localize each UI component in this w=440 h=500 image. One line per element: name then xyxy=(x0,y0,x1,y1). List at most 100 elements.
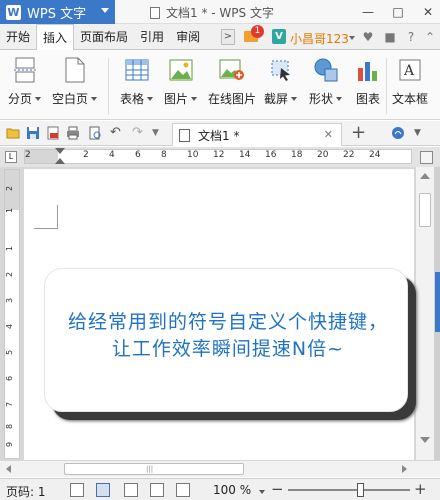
print-preview-icon[interactable] xyxy=(88,126,102,140)
blank-page-button[interactable]: 空白页 xyxy=(52,56,98,107)
hanging-indent-marker[interactable] xyxy=(55,158,65,164)
tab-insert[interactable]: 插入 xyxy=(36,24,75,51)
app-name: WPS 文字 xyxy=(27,6,87,22)
screenshot-button[interactable]: 截屏 xyxy=(264,56,298,107)
zoom-slider-knob[interactable] xyxy=(356,483,364,497)
online-picture-button[interactable]: 在线图片 xyxy=(208,56,256,107)
more-tabs-button[interactable]: > xyxy=(221,29,235,45)
ruler-tick-label: 14 xyxy=(239,150,251,160)
user-name[interactable]: 小昌哥123 xyxy=(290,30,349,47)
skin-icon[interactable]: ■ xyxy=(383,30,397,44)
horizontal-scrollbar[interactable]: ||| xyxy=(0,460,440,477)
tab-stop-selector[interactable]: L xyxy=(5,151,17,163)
page-break-button[interactable]: 分页 xyxy=(8,56,42,107)
zoom-in-button[interactable]: + xyxy=(414,480,427,498)
horizontal-ruler[interactable]: 2 2 4 6 8 10 12 14 16 18 20 22 24 xyxy=(24,148,412,164)
chevron-down-icon xyxy=(147,96,154,101)
ruler-tick-label: 4 xyxy=(5,323,15,330)
shapes-icon xyxy=(312,56,340,84)
scroll-right-icon[interactable] xyxy=(402,465,407,473)
ruler-tick-label: 6 xyxy=(135,150,141,160)
save-icon[interactable] xyxy=(26,126,40,140)
blank-page-icon xyxy=(61,56,89,84)
chart-button[interactable]: 图表 xyxy=(354,56,382,107)
table-button[interactable]: 表格 xyxy=(120,56,154,107)
view-ruler-toggle-icon[interactable] xyxy=(420,151,433,164)
vertical-scroll-thumb[interactable] xyxy=(419,193,431,227)
ruler-tick-label: 1 xyxy=(5,207,15,214)
zoom-slider[interactable] xyxy=(288,489,410,491)
menu-bar: 开始 插入 页面布局 引用 审阅 > 1 V 小昌哥123 ♥ ■ ? ⌃ xyxy=(0,24,440,51)
quick-access-toolbar: ↶ ↷ ▼ 文档1 * ✕ + ▼ xyxy=(0,121,440,146)
picture-button[interactable]: 图片 xyxy=(164,56,198,107)
chevron-down-icon xyxy=(191,96,198,101)
zoom-level[interactable]: 100 % xyxy=(213,483,251,497)
scroll-up-icon[interactable] xyxy=(420,173,430,179)
close-icon[interactable]: ✕ xyxy=(420,4,436,20)
new-tab-button[interactable]: + xyxy=(351,123,366,143)
chevron-down-icon xyxy=(91,96,98,101)
ruler-tick-label: 20 xyxy=(317,150,329,160)
zoom-dropdown-icon[interactable] xyxy=(259,490,265,494)
chart-icon xyxy=(354,56,382,84)
screenshot-label: 截屏 xyxy=(264,92,289,106)
page-number[interactable]: 页码: 1 xyxy=(6,483,46,500)
ruler-tick-label: 24 xyxy=(369,150,381,160)
help-icon[interactable]: ? xyxy=(404,30,418,44)
ribbon-separator xyxy=(386,58,387,114)
user-dropdown-icon[interactable] xyxy=(349,36,355,40)
scroll-left-icon[interactable] xyxy=(6,465,11,473)
web-view-icon[interactable] xyxy=(150,483,164,497)
customize-toolbar-icon[interactable]: ▼ xyxy=(152,126,166,140)
print-icon[interactable] xyxy=(66,126,80,140)
ruler-tick-label: 8 xyxy=(161,150,167,160)
redo-icon[interactable]: ↷ xyxy=(132,126,146,140)
annotation-card: 给经常用到的符号自定义个快捷键，让工作效率瞬间提速N倍~ xyxy=(44,268,408,412)
vip-badge-icon: V xyxy=(272,29,286,44)
tab-page-layout[interactable]: 页面布局 xyxy=(74,24,134,50)
blank-page-label: 空白页 xyxy=(52,92,89,106)
cloud-sync-icon[interactable] xyxy=(391,126,405,140)
page-view-icon[interactable] xyxy=(96,483,110,497)
horizontal-scroll-thumb[interactable] xyxy=(64,463,244,475)
export-pdf-icon[interactable] xyxy=(46,126,60,140)
table-label: 表格 xyxy=(120,92,145,106)
first-line-indent-marker[interactable] xyxy=(55,148,65,154)
undo-icon[interactable]: ↶ xyxy=(110,126,124,140)
side-panel-tab[interactable] xyxy=(435,272,440,332)
minimize-icon[interactable]: — xyxy=(360,4,376,20)
scroll-down-icon[interactable] xyxy=(420,437,430,443)
ruler-tick-label: 12 xyxy=(213,150,225,160)
close-tab-icon[interactable]: ✕ xyxy=(324,128,333,141)
full-screen-view-icon[interactable] xyxy=(70,483,84,497)
ruler-bar: L 2 2 4 6 8 10 12 14 16 18 20 22 24 xyxy=(0,147,440,167)
document-icon xyxy=(150,6,160,19)
document-tab[interactable]: 文档1 * ✕ xyxy=(172,123,342,146)
title-bar: W WPS 文字 文档1 * - WPS 文字 — □ ✕ xyxy=(0,0,440,24)
heart-icon[interactable]: ♥ xyxy=(361,30,375,44)
insert-ribbon: 分页 空白页 表格 图片 在线图片 截屏 形状 图表 A 文本框 xyxy=(0,50,440,120)
textbox-button[interactable]: A 文本框 xyxy=(392,56,428,107)
online-picture-icon xyxy=(218,56,246,84)
tab-home[interactable]: 开始 xyxy=(0,24,36,50)
chevron-down-icon xyxy=(336,96,343,101)
ruler-tick-label: 5 xyxy=(5,349,15,356)
ruler-tick-label: 4 xyxy=(109,150,115,160)
ruler-tick-label: 16 xyxy=(265,150,277,160)
maximize-icon[interactable]: □ xyxy=(390,4,406,20)
page-break-icon xyxy=(11,56,39,84)
app-menu-button[interactable]: W WPS 文字 xyxy=(0,0,115,24)
outline-view-icon[interactable] xyxy=(124,483,138,497)
zoom-out-button[interactable]: − xyxy=(271,480,284,498)
vertical-scrollbar[interactable] xyxy=(416,167,434,460)
tab-review[interactable]: 审阅 xyxy=(170,24,206,50)
reading-view-icon[interactable] xyxy=(176,483,190,497)
vertical-ruler[interactable]: 2 1 1 2 3 4 5 6 7 8 9 xyxy=(4,169,20,459)
tab-references[interactable]: 引用 xyxy=(134,24,170,50)
collapse-ribbon-icon[interactable]: ⌃ xyxy=(423,30,437,44)
tab-list-dropdown-icon[interactable]: ▼ xyxy=(414,126,428,140)
open-folder-icon[interactable] xyxy=(6,126,20,140)
ruler-tick-label: 2 xyxy=(5,185,15,192)
shapes-button[interactable]: 形状 xyxy=(309,56,343,107)
scroll-grip-icon: ||| xyxy=(146,465,154,473)
